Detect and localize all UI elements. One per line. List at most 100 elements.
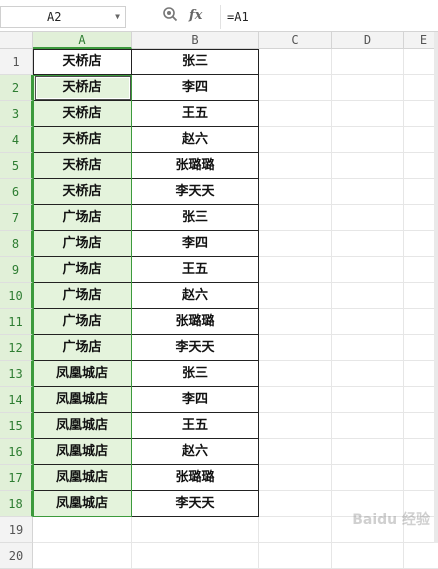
- column-header-d[interactable]: D: [332, 32, 404, 49]
- cell-d1[interactable]: [332, 49, 404, 75]
- zoom-icon[interactable]: [162, 6, 178, 26]
- cell-c3[interactable]: [259, 101, 332, 127]
- cell-c2[interactable]: [259, 75, 332, 101]
- row-header-19[interactable]: 19: [0, 517, 33, 543]
- cell-c4[interactable]: [259, 127, 332, 153]
- cell-d4[interactable]: [332, 127, 404, 153]
- cell-c6[interactable]: [259, 179, 332, 205]
- cell-e5[interactable]: [404, 153, 438, 179]
- cell-d10[interactable]: [332, 283, 404, 309]
- cell-b2[interactable]: 李四: [132, 75, 259, 101]
- cell-a10[interactable]: 广场店: [33, 283, 132, 309]
- cell-a5[interactable]: 天桥店: [33, 153, 132, 179]
- cell-a20[interactable]: [33, 543, 132, 569]
- cell-c9[interactable]: [259, 257, 332, 283]
- cell-c16[interactable]: [259, 439, 332, 465]
- cell-e15[interactable]: [404, 413, 438, 439]
- cell-c12[interactable]: [259, 335, 332, 361]
- fx-icon[interactable]: fx: [189, 6, 202, 26]
- cell-c5[interactable]: [259, 153, 332, 179]
- cell-b4[interactable]: 赵六: [132, 127, 259, 153]
- cell-e9[interactable]: [404, 257, 438, 283]
- cell-a8[interactable]: 广场店: [33, 231, 132, 257]
- cell-b14[interactable]: 李四: [132, 387, 259, 413]
- cell-b18[interactable]: 李天天: [132, 491, 259, 517]
- cell-a16[interactable]: 凤凰城店: [33, 439, 132, 465]
- cell-a17[interactable]: 凤凰城店: [33, 465, 132, 491]
- cell-b17[interactable]: 张璐璐: [132, 465, 259, 491]
- cell-b20[interactable]: [132, 543, 259, 569]
- formula-input[interactable]: =A1: [227, 6, 249, 28]
- cell-e1[interactable]: [404, 49, 438, 75]
- row-header-14[interactable]: 14: [0, 387, 33, 413]
- cell-b8[interactable]: 李四: [132, 231, 259, 257]
- cell-e17[interactable]: [404, 465, 438, 491]
- cell-d14[interactable]: [332, 387, 404, 413]
- row-header-12[interactable]: 12: [0, 335, 33, 361]
- cell-e13[interactable]: [404, 361, 438, 387]
- cell-c10[interactable]: [259, 283, 332, 309]
- cell-e20[interactable]: [404, 543, 438, 569]
- row-header-20[interactable]: 20: [0, 543, 33, 569]
- cell-b9[interactable]: 王五: [132, 257, 259, 283]
- row-header-18[interactable]: 18: [0, 491, 33, 517]
- cell-e3[interactable]: [404, 101, 438, 127]
- cell-d9[interactable]: [332, 257, 404, 283]
- cell-d6[interactable]: [332, 179, 404, 205]
- row-header-17[interactable]: 17: [0, 465, 33, 491]
- cell-d7[interactable]: [332, 205, 404, 231]
- cell-c8[interactable]: [259, 231, 332, 257]
- chevron-down-icon[interactable]: ▼: [115, 7, 120, 27]
- column-header-e[interactable]: E: [404, 32, 438, 49]
- cell-e16[interactable]: [404, 439, 438, 465]
- row-header-2[interactable]: 2: [0, 75, 33, 101]
- cell-a1[interactable]: 天桥店: [33, 49, 132, 75]
- cell-b16[interactable]: 赵六: [132, 439, 259, 465]
- column-header-c[interactable]: C: [259, 32, 332, 49]
- cell-e7[interactable]: [404, 205, 438, 231]
- row-header-5[interactable]: 5: [0, 153, 33, 179]
- cell-b5[interactable]: 张璐璐: [132, 153, 259, 179]
- cell-b15[interactable]: 王五: [132, 413, 259, 439]
- cell-b1[interactable]: 张三: [132, 49, 259, 75]
- name-box[interactable]: A2 ▼: [0, 6, 126, 28]
- vertical-scrollbar[interactable]: [434, 32, 438, 543]
- cell-d13[interactable]: [332, 361, 404, 387]
- row-header-6[interactable]: 6: [0, 179, 33, 205]
- row-header-10[interactable]: 10: [0, 283, 33, 309]
- cell-c13[interactable]: [259, 361, 332, 387]
- cell-a12[interactable]: 广场店: [33, 335, 132, 361]
- cell-a14[interactable]: 凤凰城店: [33, 387, 132, 413]
- column-header-b[interactable]: B: [132, 32, 259, 49]
- cell-a19[interactable]: [33, 517, 132, 543]
- cell-e11[interactable]: [404, 309, 438, 335]
- row-header-1[interactable]: 1: [0, 49, 33, 75]
- cell-c14[interactable]: [259, 387, 332, 413]
- cell-e10[interactable]: [404, 283, 438, 309]
- row-header-16[interactable]: 16: [0, 439, 33, 465]
- cell-e14[interactable]: [404, 387, 438, 413]
- cell-d17[interactable]: [332, 465, 404, 491]
- row-header-4[interactable]: 4: [0, 127, 33, 153]
- cell-a15[interactable]: 凤凰城店: [33, 413, 132, 439]
- cell-c20[interactable]: [259, 543, 332, 569]
- cell-d12[interactable]: [332, 335, 404, 361]
- cell-c18[interactable]: [259, 491, 332, 517]
- cell-a7[interactable]: 广场店: [33, 205, 132, 231]
- row-header-7[interactable]: 7: [0, 205, 33, 231]
- cell-c17[interactable]: [259, 465, 332, 491]
- cell-a6[interactable]: 天桥店: [33, 179, 132, 205]
- cell-b6[interactable]: 李天天: [132, 179, 259, 205]
- cell-d3[interactable]: [332, 101, 404, 127]
- row-header-3[interactable]: 3: [0, 101, 33, 127]
- row-header-15[interactable]: 15: [0, 413, 33, 439]
- cell-b3[interactable]: 王五: [132, 101, 259, 127]
- cell-a3[interactable]: 天桥店: [33, 101, 132, 127]
- cell-d8[interactable]: [332, 231, 404, 257]
- cell-c15[interactable]: [259, 413, 332, 439]
- cell-a4[interactable]: 天桥店: [33, 127, 132, 153]
- cell-c19[interactable]: [259, 517, 332, 543]
- cell-b7[interactable]: 张三: [132, 205, 259, 231]
- column-header-a[interactable]: A: [33, 32, 132, 49]
- cell-b11[interactable]: 张璐璐: [132, 309, 259, 335]
